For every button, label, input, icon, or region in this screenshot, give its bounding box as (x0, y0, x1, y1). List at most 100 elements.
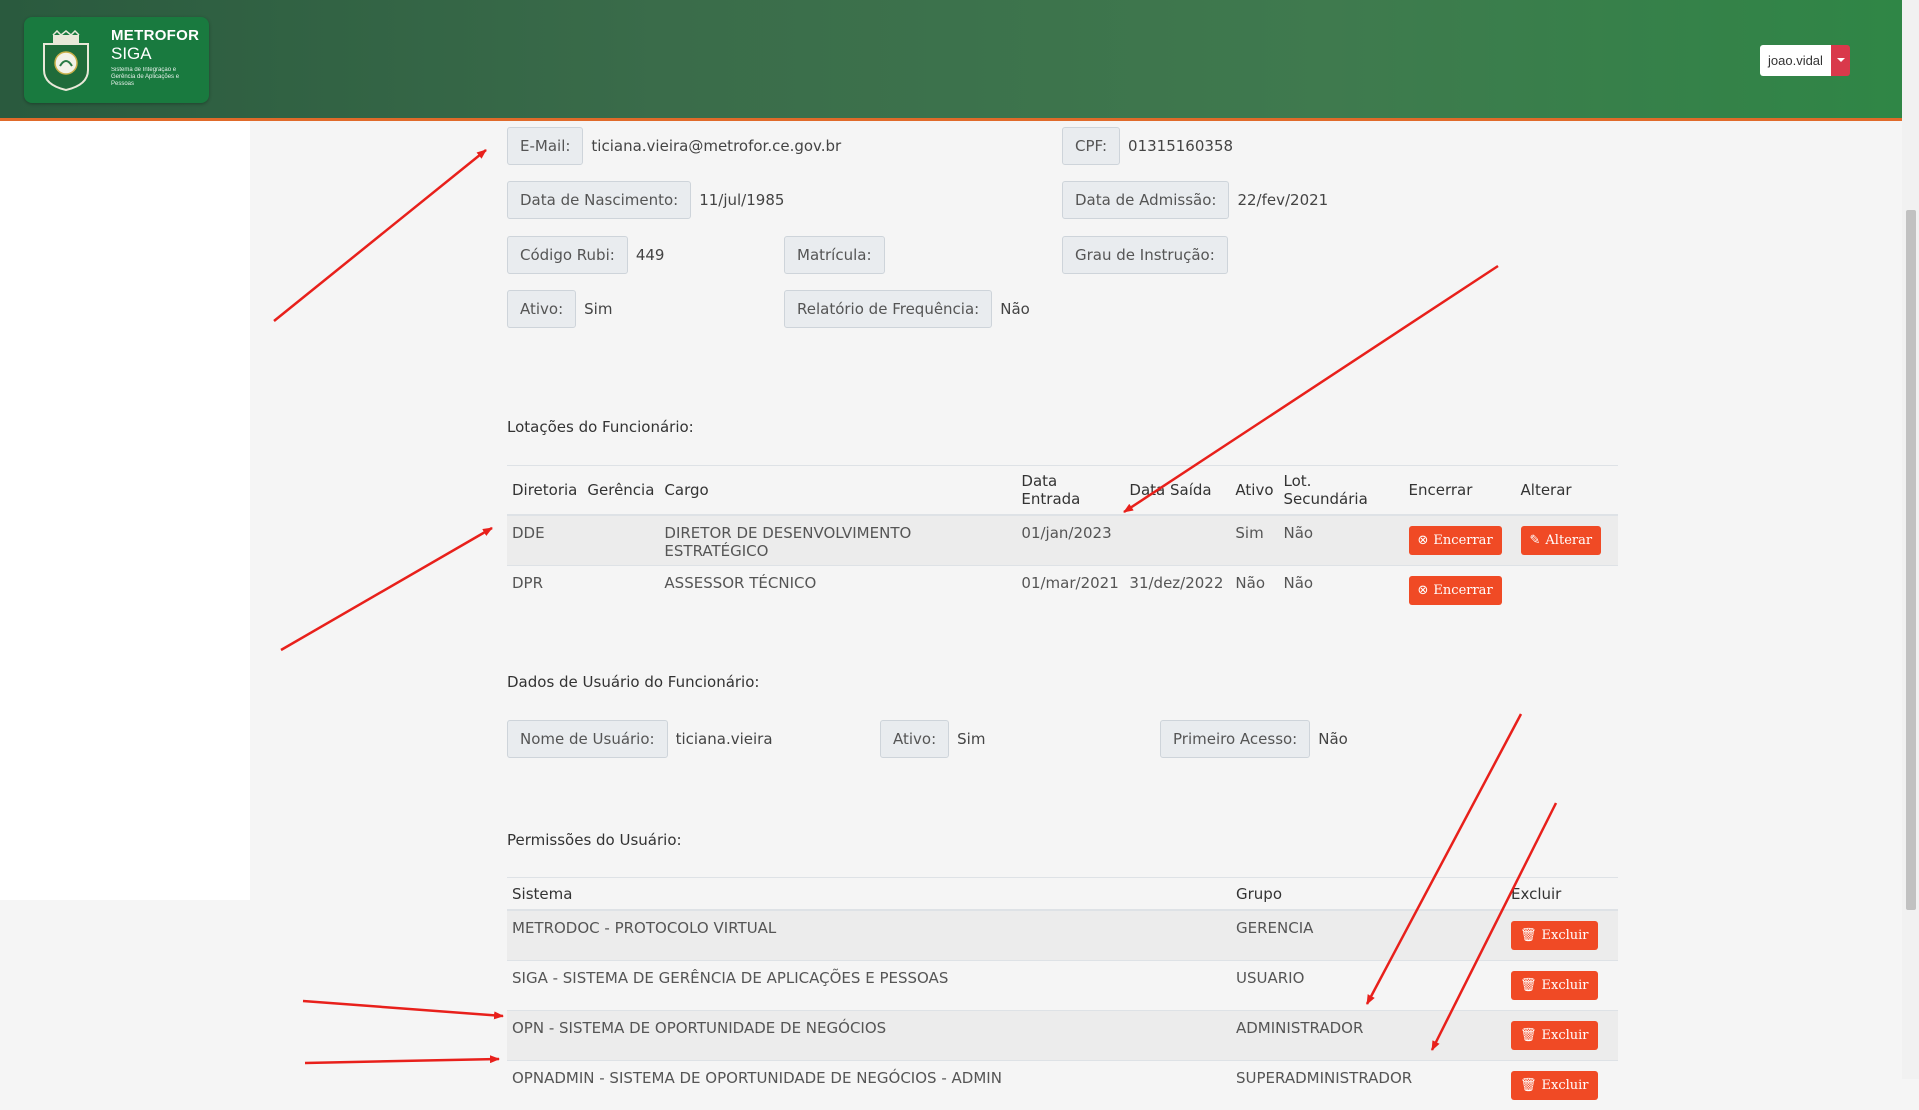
caret-down-icon[interactable] (1831, 45, 1850, 76)
table-row: METRODOC - PROTOCOLO VIRTUAL GERENCIA 🗑 … (507, 910, 1618, 961)
encerrar-label: Encerrar (1433, 533, 1492, 548)
col-data-saida: Data Saída (1124, 466, 1230, 516)
cell-lot-secundaria: Não (1279, 515, 1404, 566)
cell-cargo: DIRETOR DE DESENVOLVIMENTO ESTRATÉGICO (659, 515, 1016, 566)
circle-x-icon: ⊗ (1418, 533, 1429, 548)
primeiro-acesso-value: Não (1310, 730, 1348, 748)
rubi-label: Código Rubi: (507, 236, 628, 274)
instrucao-label: Grau de Instrução: (1062, 236, 1228, 274)
metrofor-siga-logo[interactable]: METROFOR SIGA Sistema de Integração e Ge… (24, 17, 209, 103)
table-row: SIGA - SISTEMA DE GERÊNCIA DE APLICAÇÕES… (507, 961, 1618, 1011)
lotacoes-table: Diretoria Gerência Cargo Data Entrada Da… (507, 465, 1618, 615)
cell-sistema: OPN - SISTEMA DE OPORTUNIDADE DE NEGÓCIO… (507, 1011, 1231, 1061)
nome-usuario-value: ticiana.vieira (668, 730, 773, 748)
cell-sistema: METRODOC - PROTOCOLO VIRTUAL (507, 910, 1231, 961)
usuario-title: Dados de Usuário do Funcionário: (507, 673, 759, 691)
permissoes-table: Sistema Grupo Excluir METRODOC - PROTOCO… (507, 877, 1618, 1110)
permissoes-header-row: Sistema Grupo Excluir (507, 878, 1618, 911)
excluir-label: Excluir (1542, 1028, 1589, 1043)
ativo-label: Ativo: (507, 290, 576, 328)
trash-icon: 🗑 (1520, 928, 1537, 943)
ativo-value: Sim (576, 300, 612, 318)
excluir-button[interactable]: 🗑 Excluir (1511, 921, 1598, 950)
cell-grupo: SUPERADMINISTRADOR (1231, 1061, 1506, 1110)
table-row: OPN - SISTEMA DE OPORTUNIDADE DE NEGÓCIO… (507, 1011, 1618, 1061)
encerrar-button[interactable]: ⊗ Encerrar (1409, 526, 1502, 555)
table-row: DDE DIRETOR DE DESENVOLVIMENTO ESTRATÉGI… (507, 515, 1618, 566)
primeiro-acesso-label: Primeiro Acesso: (1160, 720, 1310, 758)
cell-diretoria: DPR (507, 566, 582, 616)
matricula-label: Matrícula: (784, 236, 885, 274)
encerrar-button[interactable]: ⊗ Encerrar (1409, 576, 1502, 605)
cell-sistema: SIGA - SISTEMA DE GERÊNCIA DE APLICAÇÕES… (507, 961, 1231, 1011)
birth-label: Data de Nascimento: (507, 181, 691, 219)
cell-sistema: OPNADMIN - SISTEMA DE OPORTUNIDADE DE NE… (507, 1061, 1231, 1110)
trash-icon: 🗑 (1520, 978, 1537, 993)
trash-icon: 🗑 (1520, 1028, 1537, 1043)
admission-label: Data de Admissão: (1062, 181, 1229, 219)
cell-data-saida (1124, 515, 1230, 566)
col-excluir: Excluir (1506, 878, 1618, 911)
cell-lot-secundaria: Não (1279, 566, 1404, 616)
ceara-crest-icon (40, 30, 92, 92)
annotation-arrow (281, 528, 492, 650)
instrucao-field: Grau de Instrução: (1062, 236, 1228, 274)
cell-diretoria: DDE (507, 515, 582, 566)
app-header: METROFOR SIGA Sistema de Integração e Ge… (0, 0, 1902, 121)
alterar-button[interactable]: ✎ Alterar (1521, 526, 1602, 555)
col-diretoria: Diretoria (507, 466, 582, 516)
birth-value: 11/jul/1985 (691, 191, 784, 209)
cell-data-saida: 31/dez/2022 (1124, 566, 1230, 616)
cell-data-entrada: 01/jan/2023 (1016, 515, 1124, 566)
cpf-label: CPF: (1062, 127, 1120, 165)
col-cargo: Cargo (659, 466, 1016, 516)
frequencia-field: Relatório de Frequência: Não (784, 290, 1030, 328)
admission-value: 22/fev/2021 (1229, 191, 1328, 209)
frequencia-label: Relatório de Frequência: (784, 290, 992, 328)
table-row: DPR ASSESSOR TÉCNICO 01/mar/2021 31/dez/… (507, 566, 1618, 616)
cell-grupo: USUARIO (1231, 961, 1506, 1011)
nome-usuario-field: Nome de Usuário: ticiana.vieira (507, 720, 773, 758)
cell-grupo: GERENCIA (1231, 910, 1506, 961)
user-name[interactable]: joao.vidal (1760, 45, 1831, 76)
annotation-arrow (274, 150, 486, 321)
permissoes-title: Permissões do Usuário: (507, 831, 682, 849)
excluir-label: Excluir (1542, 1078, 1589, 1093)
usuario-ativo-value: Sim (949, 730, 985, 748)
cell-gerencia (582, 515, 659, 566)
col-alterar: Alterar (1516, 466, 1618, 516)
col-encerrar: Encerrar (1404, 466, 1516, 516)
excluir-button[interactable]: 🗑 Excluir (1511, 1021, 1598, 1050)
excluir-label: Excluir (1542, 928, 1589, 943)
table-row: OPNADMIN - SISTEMA DE OPORTUNIDADE DE NE… (507, 1061, 1618, 1110)
cell-ativo: Sim (1230, 515, 1278, 566)
matricula-field: Matrícula: (784, 236, 885, 274)
col-gerencia: Gerência (582, 466, 659, 516)
usuario-ativo-label: Ativo: (880, 720, 949, 758)
lotacoes-header-row: Diretoria Gerência Cargo Data Entrada Da… (507, 466, 1618, 516)
email-field: E-Mail: ticiana.vieira@metrofor.ce.gov.b… (507, 127, 841, 165)
alterar-label: Alterar (1545, 533, 1592, 548)
annotation-arrow (303, 1001, 503, 1016)
excluir-button[interactable]: 🗑 Excluir (1511, 971, 1598, 1000)
excluir-label: Excluir (1542, 978, 1589, 993)
user-menu[interactable]: joao.vidal (1760, 45, 1850, 76)
left-sidebar (0, 121, 250, 900)
scrollbar-thumb[interactable] (1906, 210, 1916, 910)
rubi-field: Código Rubi: 449 (507, 236, 664, 274)
brand-title: METROFOR (111, 27, 201, 44)
lotacoes-title: Lotações do Funcionário: (507, 418, 694, 436)
excluir-button[interactable]: 🗑 Excluir (1511, 1071, 1598, 1100)
email-value: ticiana.vieira@metrofor.ce.gov.br (583, 137, 841, 155)
page-scrollbar[interactable] (1902, 0, 1919, 1079)
cell-grupo: ADMINISTRADOR (1231, 1011, 1506, 1061)
admission-field: Data de Admissão: 22/fev/2021 (1062, 181, 1328, 219)
cell-ativo: Não (1230, 566, 1278, 616)
brand-tagline: Sistema de Integração e Gerência de Apli… (111, 67, 201, 88)
usuario-ativo-field: Ativo: Sim (880, 720, 985, 758)
nome-usuario-label: Nome de Usuário: (507, 720, 668, 758)
primeiro-acesso-field: Primeiro Acesso: Não (1160, 720, 1348, 758)
col-data-entrada: Data Entrada (1016, 466, 1124, 516)
cell-cargo: ASSESSOR TÉCNICO (659, 566, 1016, 616)
col-lot-secundaria: Lot. Secundária (1279, 466, 1404, 516)
